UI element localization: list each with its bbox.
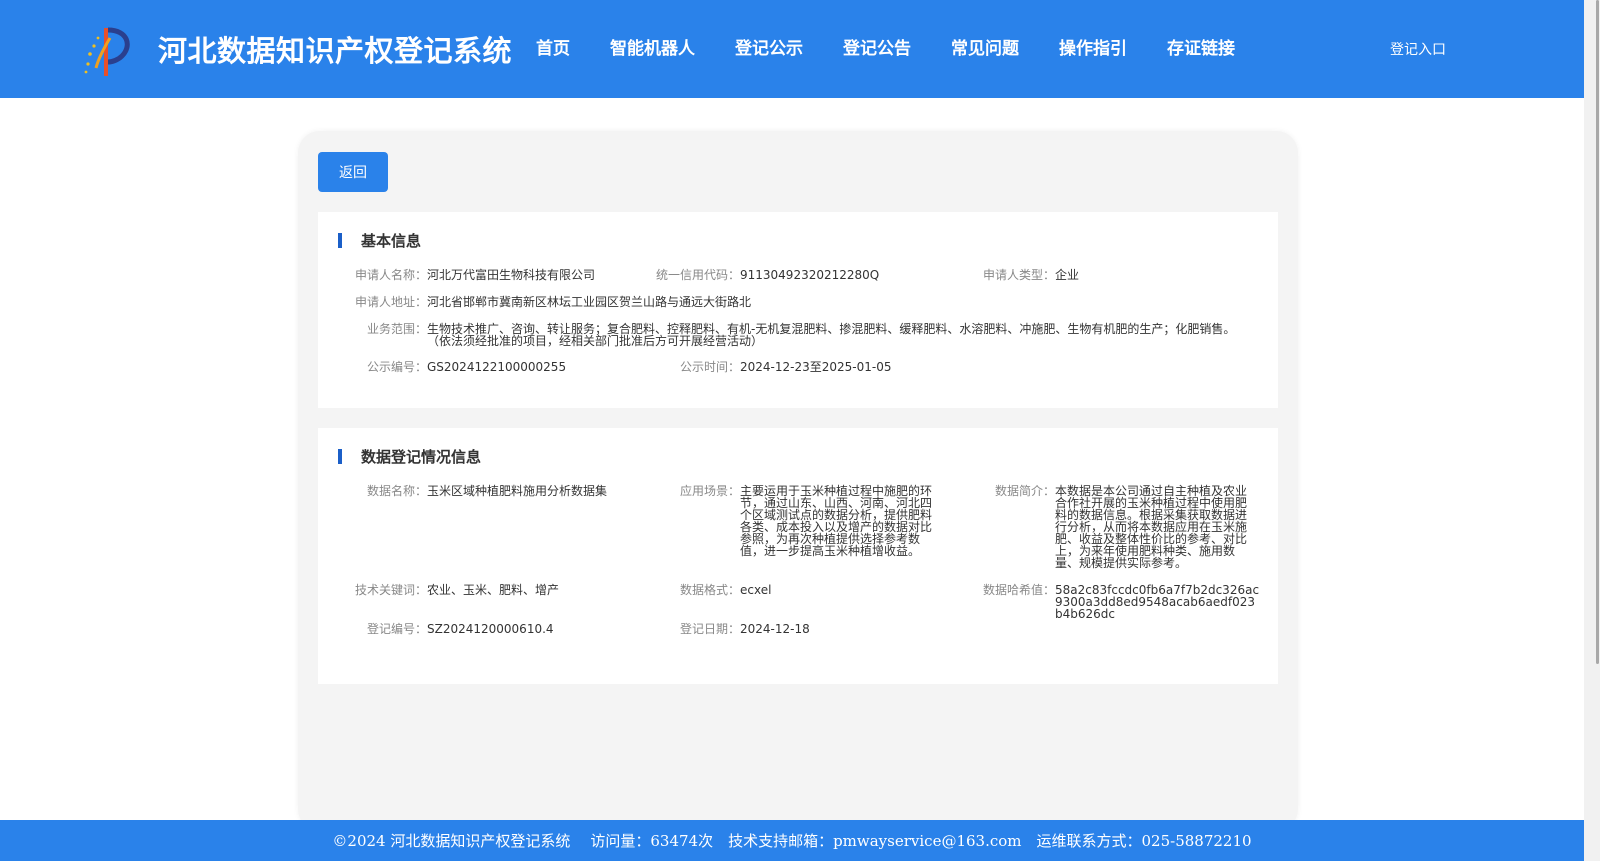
footer-copyright: ©2024 河北数据知识产权登记系统 <box>332 832 571 850</box>
field-label: 公示编号： <box>366 360 427 374</box>
field-label: 申请人名称： <box>354 268 427 282</box>
applicant-address-field: 申请人地址： 河北省邯郸市冀南新区林坛工业园区贺兰山路与通远大街路北 <box>355 295 752 309</box>
back-button[interactable]: 返回 <box>318 152 388 192</box>
keywords-field: 技术关键词： 农业、玉米、肥料、增产 <box>355 583 627 597</box>
field-value: SZ2024120000610.4 <box>427 622 554 636</box>
site-footer: ©2024 河北数据知识产权登记系统 访问量：63474次 技术支持邮箱：pmw… <box>0 820 1584 861</box>
field-value: 2024-12-18 <box>740 622 810 636</box>
field-value: 91130492320212280Q <box>740 268 880 282</box>
credit-code-field: 统一信用代码： 91130492320212280Q <box>656 268 880 282</box>
field-value: 主要运用于玉米种植过程中施肥的环节，通过山东、山西、河南、河北四个区域测试点的数… <box>740 484 933 558</box>
field-value: 58a2c83fccdc0fb6a7f7b2dc326ac9300a3dd8ed… <box>1055 583 1260 621</box>
registration-number-field: 登记编号： SZ2024120000610.4 <box>367 622 554 636</box>
nav-guide[interactable]: 操作指引 <box>1059 34 1127 59</box>
field-label: 数据名称： <box>366 484 427 498</box>
section-title: 基本信息 <box>361 232 422 250</box>
page: 河北数据知识产权登记系统 首页 智能机器人 登记公示 登记公告 常见问题 操作指… <box>0 0 1600 861</box>
footer-visit-count: 访问量：63474次 <box>590 832 714 850</box>
scrollbar-thumb[interactable] <box>1596 0 1599 664</box>
data-summary-field: 数据简介： 本数据是本公司通过自主种植及农业合作社开展的玉米种植过程中使用肥料的… <box>995 484 1248 570</box>
nav-faq[interactable]: 常见问题 <box>951 34 1019 59</box>
nav-registration-announcement[interactable]: 登记公告 <box>843 34 911 59</box>
section-header: 基本信息 <box>338 232 422 250</box>
data-format-field: 数据格式： ecxel <box>680 583 933 597</box>
login-link[interactable]: 登记入口 <box>1390 39 1446 59</box>
field-label: 统一信用代码： <box>655 268 740 282</box>
field-value: 河北省邯郸市冀南新区林坛工业园区贺兰山路与通远大街路北 <box>427 295 752 309</box>
nav-evidence-link[interactable]: 存证链接 <box>1167 34 1235 59</box>
applicant-type-field: 申请人类型： 企业 <box>983 268 1080 282</box>
field-label: 公示时间： <box>679 360 740 374</box>
field-label: 登记编号： <box>366 622 427 636</box>
section-accent-bar <box>338 449 342 464</box>
field-label: 数据哈希值： <box>982 583 1055 597</box>
field-value: 生物技术推广、咨询、转让服务；复合肥料、控释肥料、有机-无机复混肥料、掺混肥料、… <box>427 322 1236 348</box>
section-accent-bar <box>338 233 342 248</box>
field-value: 本数据是本公司通过自主种植及农业合作社开展的玉米种植过程中使用肥料的数据信息。根… <box>1055 484 1248 570</box>
nav-registration-publicity[interactable]: 登记公示 <box>735 34 803 59</box>
nav-home[interactable]: 首页 <box>536 34 570 59</box>
nav-robot[interactable]: 智能机器人 <box>610 34 695 59</box>
site-title: 河北数据知识产权登记系统 <box>158 34 513 68</box>
field-label: 申请人类型： <box>982 268 1055 282</box>
field-value: GS2024122100000255 <box>427 360 567 374</box>
data-name-field: 数据名称： 玉米区域种植肥料施用分析数据集 <box>367 484 627 498</box>
section-title: 数据登记情况信息 <box>361 448 482 466</box>
footer-support-email: 技术支持邮箱：pmwayservice@163.com <box>728 832 1022 850</box>
field-value: 河北万代富田生物科技有限公司 <box>427 268 596 282</box>
field-value: 农业、玉米、肥料、增产 <box>427 583 560 597</box>
notice-number-field: 公示编号： GS2024122100000255 <box>367 360 567 374</box>
notice-time-field: 公示时间： 2024-12-23至2025-01-05 <box>680 360 892 374</box>
applicant-name-field: 申请人名称： 河北万代富田生物科技有限公司 <box>355 268 596 282</box>
data-hash-field: 数据哈希值： 58a2c83fccdc0fb6a7f7b2dc326ac9300… <box>983 583 1260 621</box>
field-label: 业务范围： <box>366 322 427 336</box>
field-value: 玉米区域种植肥料施用分析数据集 <box>427 484 608 498</box>
field-value: ecxel <box>740 583 772 597</box>
registration-date-field: 登记日期： 2024-12-18 <box>680 622 810 636</box>
site-logo[interactable] <box>80 24 136 80</box>
section-header: 数据登记情况信息 <box>338 448 482 466</box>
top-header: 河北数据知识产权登记系统 首页 智能机器人 登记公示 登记公告 常见问题 操作指… <box>0 0 1584 98</box>
field-label: 数据简介： <box>994 484 1055 498</box>
field-label: 技术关键词： <box>354 583 427 597</box>
field-label: 申请人地址： <box>354 295 427 309</box>
business-scope-field: 业务范围： 生物技术推广、咨询、转让服务；复合肥料、控释肥料、有机-无机复混肥料… <box>367 322 1237 348</box>
field-value: 2024-12-23至2025-01-05 <box>740 360 892 374</box>
field-label: 登记日期： <box>679 622 740 636</box>
basic-info-section: 基本信息 申请人名称： 河北万代富田生物科技有限公司 统一信用代码： 91130… <box>318 212 1278 408</box>
field-label: 数据格式： <box>679 583 740 597</box>
application-scenario-field: 应用场景： 主要运用于玉米种植过程中施肥的环节，通过山东、山西、河南、河北四个区… <box>680 484 933 558</box>
data-registration-section: 数据登记情况信息 数据名称： 玉米区域种植肥料施用分析数据集 应用场景： 主要运… <box>318 428 1278 684</box>
footer-contact: 运维联系方式：025-58872210 <box>1036 832 1252 850</box>
field-value: 企业 <box>1055 268 1080 282</box>
field-label: 应用场景： <box>679 484 740 498</box>
main-nav: 首页 智能机器人 登记公示 登记公告 常见问题 操作指引 存证链接 <box>536 34 1275 59</box>
